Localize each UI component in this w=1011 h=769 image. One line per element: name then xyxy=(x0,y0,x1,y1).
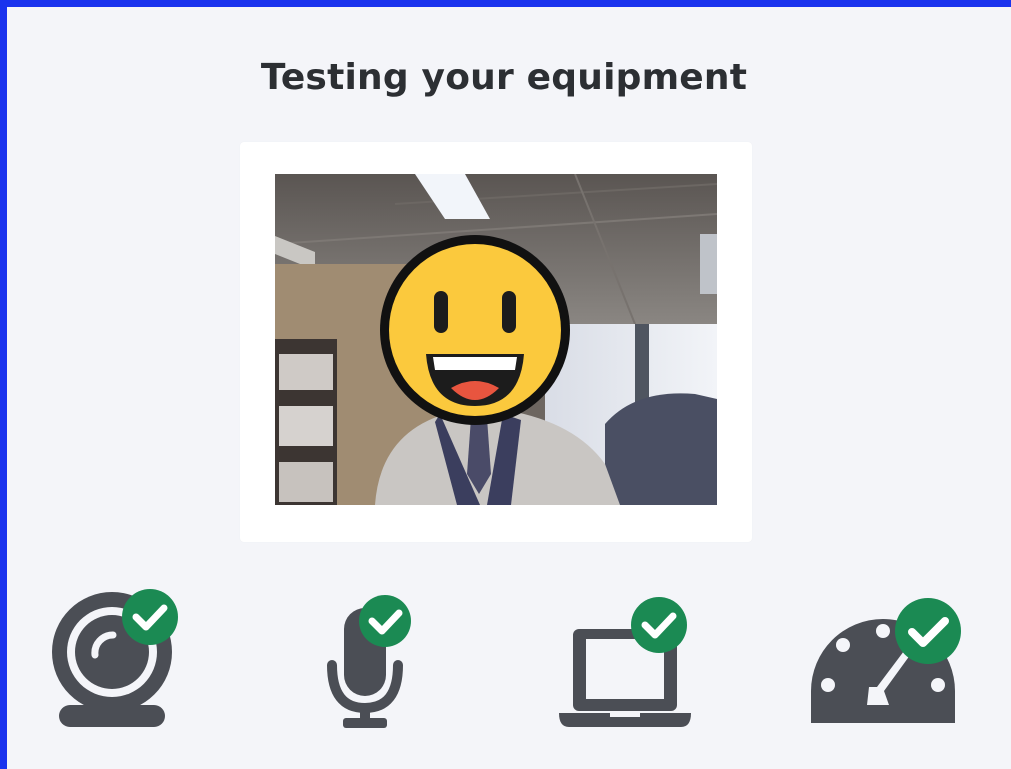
laptop-icon xyxy=(559,597,691,727)
microphone-check xyxy=(307,590,447,730)
check-badge-icon xyxy=(895,598,961,664)
equipment-test-panel: Testing your equipment xyxy=(0,0,1011,769)
speedometer-icon xyxy=(811,598,961,723)
microphone-icon xyxy=(327,595,411,728)
page-title: Testing your equipment xyxy=(260,57,748,98)
webcam-feed-image xyxy=(275,174,717,505)
computer-check xyxy=(555,593,695,733)
connection-speed-check xyxy=(803,595,961,735)
video-preview-card xyxy=(240,142,752,542)
grinning-face-emoji xyxy=(380,235,570,425)
check-badge-icon xyxy=(359,595,411,647)
check-badge-icon xyxy=(631,597,687,653)
webcam-check xyxy=(47,587,187,727)
webcam-preview xyxy=(275,174,717,505)
check-badge-icon xyxy=(122,589,178,645)
webcam-icon xyxy=(52,589,178,727)
